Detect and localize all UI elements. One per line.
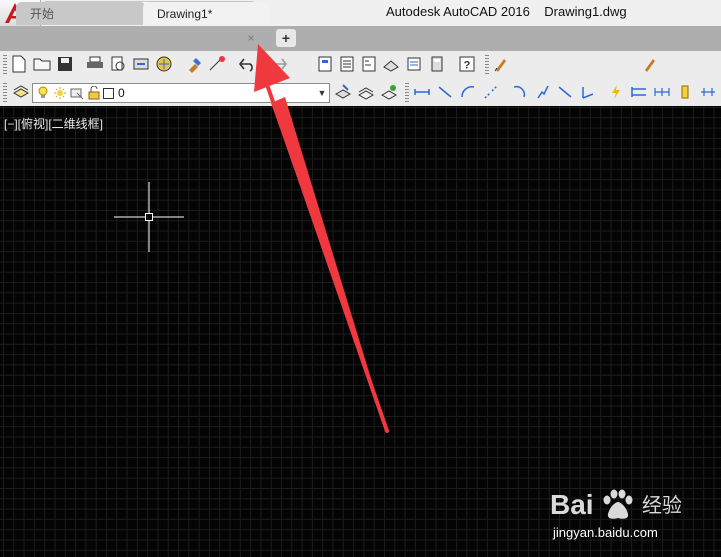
svg-text:?: ? — [464, 60, 471, 72]
standard-toolbar: ? Standard ▼ ISO-25 — [0, 51, 721, 126]
linear-dimension-icon[interactable] — [413, 83, 431, 101]
open-folder-icon[interactable] — [33, 55, 51, 73]
angular-dimension-icon[interactable] — [579, 83, 597, 101]
redo-icon[interactable] — [270, 55, 288, 73]
properties-icon[interactable] — [338, 55, 356, 73]
ordinate-dimension-icon[interactable] — [482, 83, 500, 101]
toolbar-grip[interactable] — [3, 55, 7, 75]
radius-dimension-icon[interactable] — [510, 83, 528, 101]
continue-dimension-icon[interactable] — [653, 83, 671, 101]
save-icon[interactable] — [56, 55, 74, 73]
aligned-dimension-icon[interactable] — [436, 83, 454, 101]
dimension-break-icon[interactable] — [699, 83, 717, 101]
tool-palettes-icon[interactable] — [382, 55, 400, 73]
plot-preview-icon[interactable] — [109, 55, 127, 73]
layer-viewport-icon — [70, 86, 84, 100]
baseline-dimension-icon[interactable] — [630, 83, 648, 101]
watermark-url: jingyan.baidu.com — [553, 525, 658, 540]
new-file-icon[interactable] — [10, 55, 28, 73]
toolbar-grip[interactable] — [405, 83, 409, 103]
publish-icon[interactable] — [132, 55, 150, 73]
viewport-controls-label[interactable]: [−][俯视][二维线框] — [4, 115, 103, 132]
dimension-space-icon[interactable] — [676, 83, 694, 101]
new-tab-button[interactable]: + — [276, 29, 296, 47]
layer-state-icon[interactable] — [380, 83, 398, 101]
diameter-dimension-icon[interactable] — [556, 83, 574, 101]
dimension-style-icon[interactable] — [641, 55, 659, 73]
crosshair-cursor-icon — [114, 182, 184, 252]
undo-icon[interactable] — [238, 55, 256, 73]
layers-toolbar: 0 ▼ — [0, 79, 721, 107]
toolbar-grip[interactable] — [3, 83, 7, 103]
tab-label: 开始 — [30, 7, 55, 21]
arc-length-icon[interactable] — [459, 83, 477, 101]
window-title: Autodesk AutoCAD 2016 Drawing1.dwg — [386, 4, 627, 19]
toolbar-grip[interactable] — [485, 55, 489, 75]
sheet-set-icon[interactable] — [406, 55, 424, 73]
tab-drawing1[interactable]: Drawing1* — [143, 2, 269, 25]
zoom-realtime-icon[interactable] — [316, 55, 334, 73]
layer-unlock-icon — [88, 86, 100, 100]
tab-start[interactable]: 开始 — [16, 2, 146, 25]
quick-dimension-icon[interactable] — [607, 83, 625, 101]
plot-icon[interactable] — [86, 55, 104, 73]
jogged-dimension-icon[interactable] — [533, 83, 551, 101]
svg-text:经验: 经验 — [642, 493, 682, 517]
baidu-jingyan-watermark-logo: Bai 经验 — [550, 489, 682, 520]
close-tab-icon[interactable]: × — [244, 31, 258, 45]
layer-select[interactable]: 0 ▼ — [32, 83, 330, 103]
help-icon[interactable]: ? — [458, 55, 476, 73]
layer-sun-icon — [53, 86, 67, 100]
design-center-icon[interactable] — [360, 55, 378, 73]
tab-label: Drawing1* — [157, 6, 213, 21]
block-editor-icon[interactable] — [208, 55, 226, 73]
match-properties-icon[interactable] — [186, 55, 204, 73]
3d-print-icon[interactable] — [155, 55, 173, 73]
chevron-down-icon: ▼ — [317, 88, 327, 98]
layer-properties-icon[interactable] — [12, 83, 30, 101]
file-tab-strip — [0, 26, 721, 51]
layer-value: 0 — [118, 86, 125, 100]
text-style-icon[interactable] — [492, 55, 510, 73]
calculator-icon[interactable] — [428, 55, 446, 73]
layer-previous-icon[interactable] — [357, 83, 375, 101]
svg-text:Bai: Bai — [550, 489, 594, 520]
layer-on-icon — [37, 86, 49, 100]
make-object-layer-current-icon[interactable] — [334, 83, 352, 101]
layer-color-swatch — [103, 87, 114, 99]
